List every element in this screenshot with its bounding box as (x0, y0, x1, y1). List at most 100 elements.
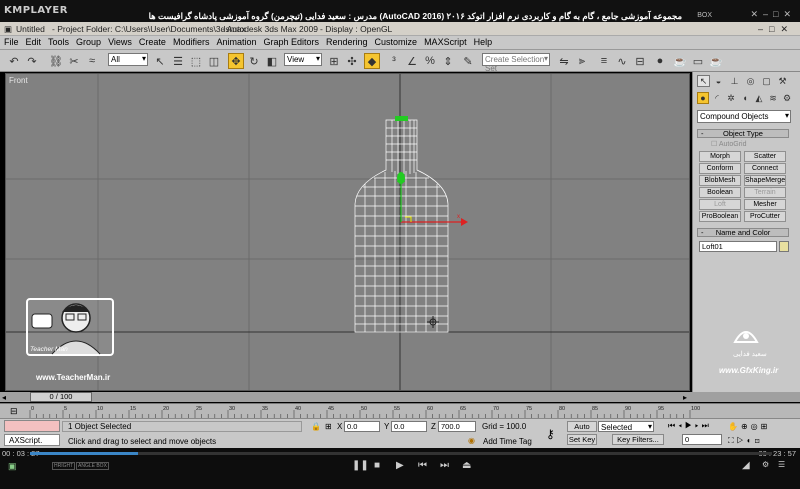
menu-graph-editors[interactable]: Graph Editors (259, 36, 322, 47)
time-slider-thumb[interactable]: 0 / 100 (30, 392, 92, 402)
track-bar[interactable]: 0 5 10 15 20 25 30 35 40 45 50 55 60 65 70 75 80 85 90 95 10… (0, 403, 800, 418)
menu-help[interactable]: Help (470, 36, 496, 47)
conform-button[interactable]: Conform (699, 163, 741, 174)
manipulate-icon[interactable]: ✣ (344, 53, 360, 69)
pause-icon[interactable]: ❚❚ (352, 460, 369, 471)
play-icon[interactable]: ▶ (396, 460, 404, 471)
seek-bar[interactable] (30, 452, 772, 455)
window-crossing-icon[interactable]: ◫ (206, 53, 222, 69)
z-coordinate-input[interactable]: 700.0 (438, 421, 476, 432)
hierarchy-tab-icon[interactable]: ⊥ (728, 75, 741, 87)
autogrid-checkbox[interactable]: ☐ AutoGrid (711, 140, 746, 148)
loft-button[interactable]: Loft (699, 199, 741, 210)
menu-rendering[interactable]: Rendering (322, 36, 371, 47)
viewport-nav-controls-2[interactable]: ⛶▷◐⊡ (728, 436, 763, 446)
select-rotate-icon[interactable]: ↻ (246, 53, 262, 69)
absolute-mode-icon[interactable]: ⊞ (325, 422, 332, 431)
open-icon[interactable]: ⏏ (462, 460, 471, 471)
current-frame-input[interactable]: 0 (682, 434, 722, 445)
box-label[interactable]: BOX (697, 12, 712, 19)
geometry-icon[interactable]: ● (697, 92, 709, 104)
stop-icon[interactable]: ■ (374, 460, 380, 471)
playlist-icon[interactable]: ☰ (778, 460, 785, 469)
object-name-input[interactable]: Loft01 (699, 241, 777, 252)
boolean-button[interactable]: Boolean (699, 187, 741, 198)
viewport-nav-controls[interactable]: ✋⊕◎⊞ (728, 422, 770, 431)
select-object-icon[interactable]: ↖ (152, 53, 168, 69)
maxscript-listener-input[interactable]: AXScript. (4, 434, 60, 446)
procutter-button[interactable]: ProCutter (744, 211, 786, 222)
menu-animation[interactable]: Animation (212, 36, 259, 47)
mesher-button[interactable]: Mesher (744, 199, 786, 210)
key-filters-button[interactable]: Key Filters... (612, 434, 664, 445)
menu-modifiers[interactable]: Modifiers (169, 36, 213, 47)
utilities-tab-icon[interactable]: ⚒ (776, 75, 789, 87)
next-icon[interactable]: ⏭ (440, 460, 449, 471)
render-setup-icon[interactable]: ☕ (672, 53, 688, 69)
auto-key-button[interactable]: Auto Key (567, 421, 597, 441)
maxscript-listener-top[interactable] (4, 420, 60, 432)
object-type-rollout[interactable]: Object Type (697, 129, 789, 138)
time-slider-right-icon[interactable]: ▸ (683, 393, 687, 402)
object-color-swatch[interactable] (779, 241, 789, 252)
settings-icon[interactable]: ⚙ (762, 460, 769, 469)
mini-curve-editor-icon[interactable]: ⊟ (10, 406, 18, 417)
create-tab-icon[interactable]: ↖ (697, 75, 710, 87)
helpers-icon[interactable]: ◭ (753, 92, 765, 104)
select-link-icon[interactable]: ⛓ (48, 53, 64, 69)
named-selection-dropdown[interactable]: Create Selection Set (482, 53, 550, 73)
key-icon[interactable]: ⚷ (546, 427, 555, 441)
space-warps-icon[interactable]: ≋ (767, 92, 779, 104)
display-tab-icon[interactable]: ▢ (760, 75, 773, 87)
x-coordinate-input[interactable]: 0.0 (344, 421, 380, 432)
motion-tab-icon[interactable]: ◎ (744, 75, 757, 87)
menu-views[interactable]: Views (104, 36, 135, 47)
scatter-button[interactable]: Scatter (744, 151, 786, 162)
bind-space-warp-icon[interactable]: ≈ (84, 53, 100, 69)
edit-named-selection-icon[interactable]: ✎ (460, 53, 476, 69)
redo-icon[interactable]: ↷ (24, 53, 40, 69)
selection-filter-dropdown[interactable]: All (108, 53, 148, 66)
modify-tab-icon[interactable]: ◒ (712, 75, 725, 87)
align-icon[interactable]: ⫸ (574, 53, 590, 69)
rect-selection-icon[interactable]: ⬚ (188, 53, 204, 69)
pin-icon[interactable]: ✕ (750, 9, 763, 19)
schematic-view-icon[interactable]: ⊟ (632, 53, 648, 69)
minimize-icon[interactable]: – (763, 9, 773, 19)
shapemerge-button[interactable]: ShapeMerge (744, 175, 786, 186)
select-by-name-icon[interactable]: ☰ (170, 53, 186, 69)
spinner-snap-icon[interactable]: ⇕ (440, 53, 456, 69)
keyboard-shortcut-override-icon[interactable]: ◆ (364, 53, 380, 69)
quick-render-icon[interactable]: ☕ (708, 53, 724, 69)
reference-coordinate-dropdown[interactable]: View (284, 53, 322, 66)
systems-icon[interactable]: ⚙ (781, 92, 793, 104)
menu-file[interactable]: File (0, 36, 22, 47)
angle-snap-icon[interactable]: ∠ (404, 53, 420, 69)
name-color-rollout[interactable]: Name and Color (697, 228, 789, 237)
max-window-controls[interactable]: –□✕ (758, 24, 794, 35)
layer-manager-icon[interactable]: ≡ (596, 53, 612, 69)
add-time-tag[interactable]: Add Time Tag (483, 437, 532, 446)
category-dropdown[interactable]: Compound Objects (697, 110, 791, 123)
time-slider-left-icon[interactable]: ◂ (2, 393, 6, 402)
menu-tools[interactable]: Tools (44, 36, 72, 47)
curve-editor-icon[interactable]: ∿ (614, 53, 630, 69)
front-viewport[interactable]: Front x Teacher Man www.TeacherMan.ir (5, 73, 690, 391)
tag-hright[interactable]: HRIGHT (52, 462, 76, 470)
rendered-frame-icon[interactable]: ▭ (690, 53, 706, 69)
lock-selection-icon[interactable]: 🔒 (311, 422, 321, 431)
prev-icon[interactable]: ⏮ (418, 460, 427, 471)
close-icon[interactable]: ✕ (783, 9, 796, 19)
snaps-toggle-icon[interactable]: ³ (386, 53, 402, 69)
key-mode-dropdown[interactable]: Selected (598, 421, 654, 432)
time-slider-track[interactable] (0, 392, 800, 402)
select-scale-icon[interactable]: ◧ (264, 53, 280, 69)
morph-button[interactable]: Morph (699, 151, 741, 162)
playback-controls[interactable]: ⏮◂▶▸⏭ (668, 421, 712, 431)
blobmesh-button[interactable]: BlobMesh (699, 175, 741, 186)
y-coordinate-input[interactable]: 0.0 (391, 421, 427, 432)
volume-icon[interactable]: ◢ (742, 460, 750, 471)
menu-customize[interactable]: Customize (371, 36, 421, 47)
time-tag-icon[interactable]: ◉ (468, 436, 475, 445)
window-controls[interactable]: ✕–□✕ (750, 9, 796, 20)
